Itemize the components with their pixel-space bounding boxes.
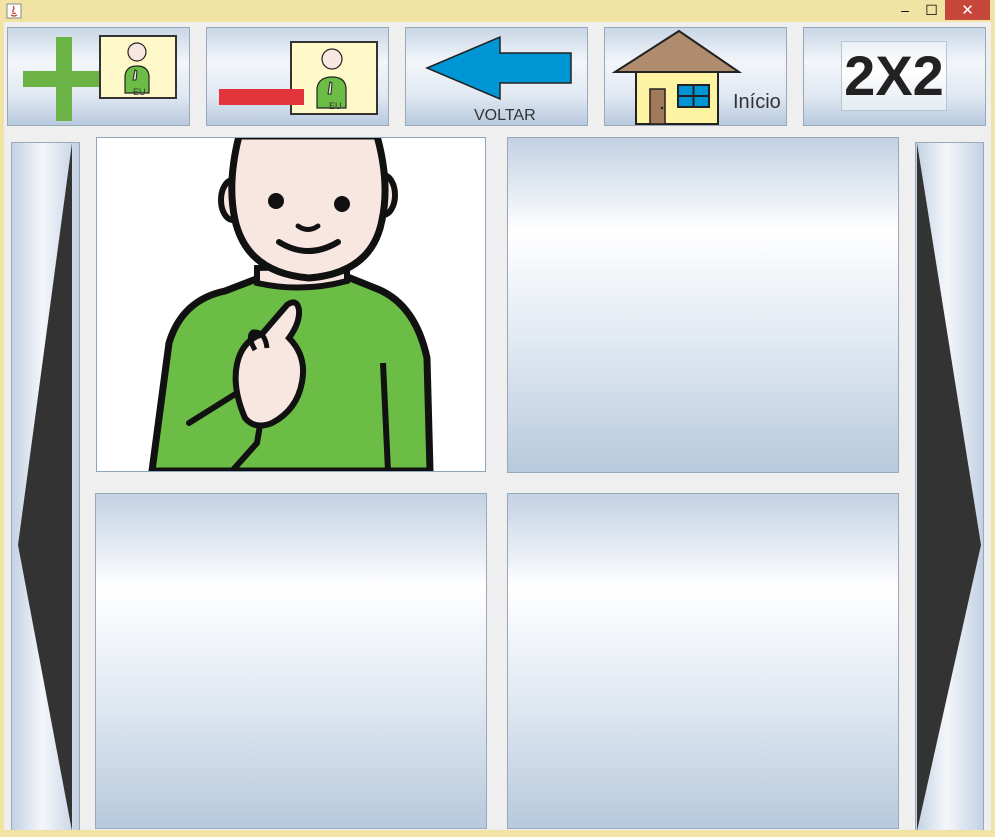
plus-icon xyxy=(23,35,177,121)
add-button-caption: EU xyxy=(133,87,146,97)
grid-cell-bottom-right[interactable] xyxy=(507,493,899,829)
previous-page-button[interactable] xyxy=(11,142,80,830)
close-button[interactable]: ✕ xyxy=(945,0,990,20)
back-button-label: VOLTAR xyxy=(474,107,536,124)
add-button[interactable]: EU xyxy=(7,27,190,126)
home-button[interactable]: Início xyxy=(604,27,787,126)
grid-cell-bottom-left[interactable] xyxy=(95,493,487,829)
grid-size-button[interactable]: 2X2 xyxy=(803,27,986,126)
left-triangle-icon xyxy=(18,143,72,830)
person-pointing-to-self-pictogram xyxy=(148,138,434,471)
grid-size-label: 2X2 xyxy=(844,44,944,107)
maximize-button[interactable]: ☐ xyxy=(918,0,945,20)
person-mini-icon xyxy=(124,42,150,94)
home-button-label: Início xyxy=(733,91,781,113)
back-button[interactable]: VOLTAR xyxy=(405,27,588,126)
app-window: EU EU VOLTAR Início 2X2 xyxy=(4,22,991,830)
minimize-button[interactable]: – xyxy=(892,0,918,20)
grid-cell-top-left[interactable] xyxy=(96,137,486,472)
remove-button-caption: EU xyxy=(329,101,342,111)
remove-button[interactable]: EU xyxy=(206,27,389,126)
grid-cell-top-right[interactable] xyxy=(507,137,899,473)
next-page-button[interactable] xyxy=(915,142,984,830)
title-bar: – ☐ ✕ xyxy=(0,0,995,22)
java-app-icon xyxy=(6,3,22,19)
minus-icon xyxy=(219,41,378,115)
right-triangle-icon xyxy=(917,143,981,830)
